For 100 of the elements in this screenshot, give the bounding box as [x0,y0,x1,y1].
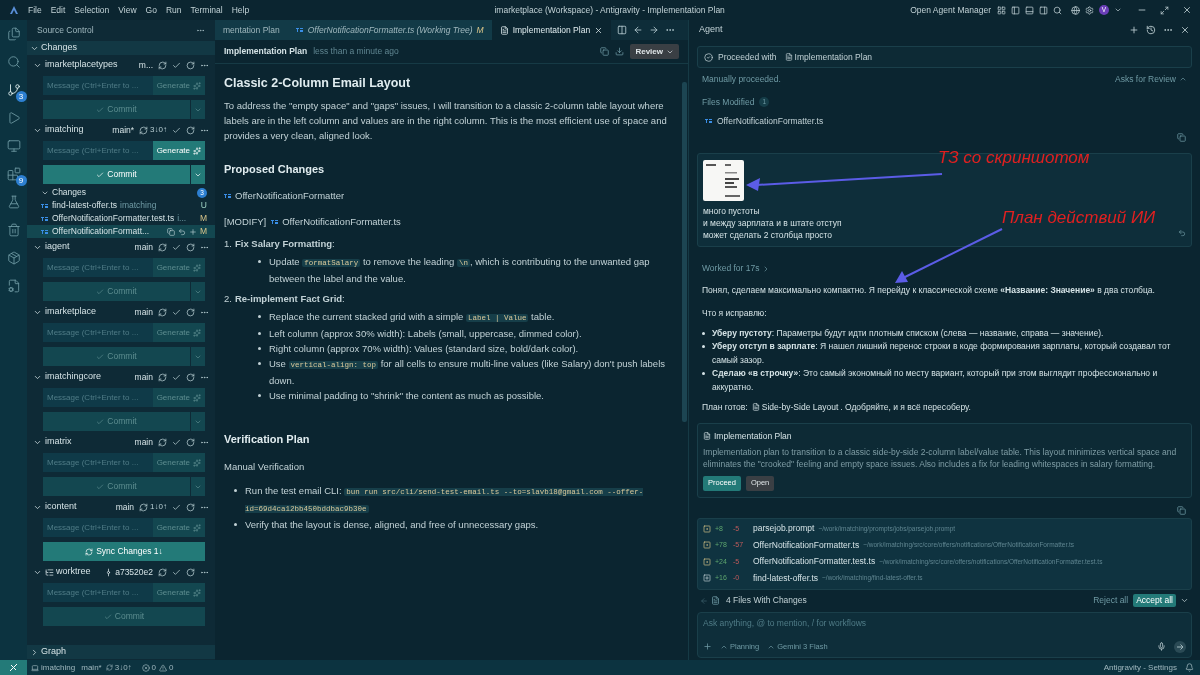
sync-icon[interactable] [158,242,167,252]
history-icon[interactable] [1146,25,1156,35]
close-icon[interactable] [1180,25,1190,35]
check-icon[interactable] [172,372,181,382]
close-icon[interactable] [594,25,604,35]
menu-item[interactable]: Run [165,3,182,17]
agent-manager-link[interactable]: Open Agent Manager [910,3,991,17]
refresh-icon[interactable] [186,372,195,382]
explorer-icon[interactable] [6,27,21,41]
editor-tab[interactable]: Implementation Plan [491,20,612,40]
sync-icon[interactable] [139,502,149,512]
stage-icon[interactable] [188,227,197,236]
menu-item[interactable]: Selection [74,3,110,17]
send-button[interactable] [1174,640,1186,653]
check-icon[interactable] [172,242,181,252]
settings-link[interactable]: Antigravity - Settings [1103,661,1177,674]
review-button[interactable]: Review [630,44,679,59]
sidebar-toggle-icon[interactable] [1011,5,1020,15]
chevron-icon[interactable] [1114,6,1122,14]
search-icon[interactable] [6,55,21,69]
error-count[interactable]: 0 [151,661,157,674]
check-icon[interactable] [172,502,181,512]
review-policy[interactable]: Asks for Review [1115,73,1176,86]
file-row[interactable]: find-latest-offer.ts imatching U [27,199,215,212]
repo-name[interactable]: iagent [45,240,135,254]
menu-item[interactable]: Terminal [190,3,223,17]
menu-item[interactable]: File [28,3,42,17]
repo-name[interactable]: imatrix [45,435,135,449]
editor-tab[interactable]: OfferNotificationFormatter.ts (Working Tree) M [287,20,492,40]
sync-indicator[interactable]: 3↓0↑ [114,661,132,674]
branch-indicator[interactable]: main* [81,661,102,674]
new-chat-icon[interactable] [1129,25,1139,35]
open-file-icon[interactable] [166,227,175,236]
menu-item[interactable]: Go [145,3,157,17]
secondary-sidebar-icon[interactable] [1039,5,1048,15]
check-icon[interactable] [172,307,181,317]
sync-icon[interactable] [158,60,167,70]
repo-name[interactable]: imarketplace [45,305,135,319]
globe-icon[interactable] [1071,5,1080,15]
copy-icon[interactable] [1177,133,1186,143]
check-icon[interactable] [172,125,181,135]
menu-item[interactable]: Help [231,3,250,17]
file-row[interactable]: OfferNotificationFormatter.test.ts i... M [27,212,215,225]
repo-name[interactable]: imatchingcore [45,370,135,384]
section-header[interactable]: Graph [41,645,66,659]
close-icon[interactable] [1182,5,1192,15]
package-icon[interactable] [6,251,21,265]
copy-icon[interactable] [1177,505,1186,515]
refresh-icon[interactable] [186,60,195,70]
settings-icon[interactable] [1085,5,1094,15]
bin-icon[interactable] [6,223,21,237]
refresh-icon[interactable] [186,125,195,135]
notifications-icon[interactable] [1185,663,1194,672]
panel-toggle-icon[interactable] [1025,5,1034,15]
search-icon[interactable] [1053,5,1062,15]
run-icon[interactable] [6,111,21,125]
check-icon[interactable] [172,60,181,70]
repo-indicator[interactable]: imatching [41,661,76,674]
sync-icon[interactable] [158,567,167,577]
undo-icon[interactable] [1178,229,1186,238]
changes-label[interactable]: Changes [52,186,197,199]
accept-all-button[interactable]: Accept all [1133,594,1176,607]
download-icon[interactable] [615,47,625,56]
back-icon[interactable] [633,25,644,35]
microphone-icon[interactable] [1157,642,1166,651]
commit-button[interactable]: Commit [43,165,190,184]
discard-icon[interactable] [177,227,186,236]
refresh-icon[interactable] [186,502,195,512]
file-link[interactable]: OfferNotificationFormatter [235,189,345,204]
refresh-icon[interactable] [186,242,195,252]
layout-icon[interactable] [997,5,1006,15]
chevron-icon[interactable] [30,647,39,657]
split-editor-icon[interactable] [617,25,628,35]
sync-icon[interactable] [139,125,149,135]
refresh-icon[interactable] [186,437,195,447]
sync-icon[interactable] [158,372,167,382]
remote-indicator[interactable] [0,660,27,675]
check-icon[interactable] [172,437,181,447]
file-gear-icon[interactable] [6,279,21,293]
extensions-icon[interactable] [6,167,21,181]
source-control-icon[interactable] [6,83,21,97]
editor-tab[interactable]: mentation Plan [215,20,288,40]
sync-icon[interactable] [158,437,167,447]
repo-name[interactable]: icontent [45,500,116,514]
commit-menu-button[interactable] [190,165,205,184]
generate-button[interactable]: Generate [152,141,205,160]
menu-item[interactable]: Edit [50,3,66,17]
monitor-icon[interactable] [6,139,21,153]
message-field[interactable]: Ask anything, @ to mention, / for workflows [703,616,1186,630]
sync-icon[interactable] [158,307,167,317]
forward-icon[interactable] [649,25,660,35]
add-icon[interactable] [703,642,712,651]
scrollbar[interactable] [681,82,687,422]
flask-icon[interactable] [6,195,21,209]
more-icon[interactable] [196,26,205,35]
file-row[interactable]: OfferNotificationFormatt... M [27,225,215,238]
copy-icon[interactable] [600,47,610,56]
section-header[interactable]: Changes [41,41,78,55]
worked-toggle[interactable]: Worked for 17s [702,262,760,275]
repo-name[interactable]: worktree [56,565,105,579]
